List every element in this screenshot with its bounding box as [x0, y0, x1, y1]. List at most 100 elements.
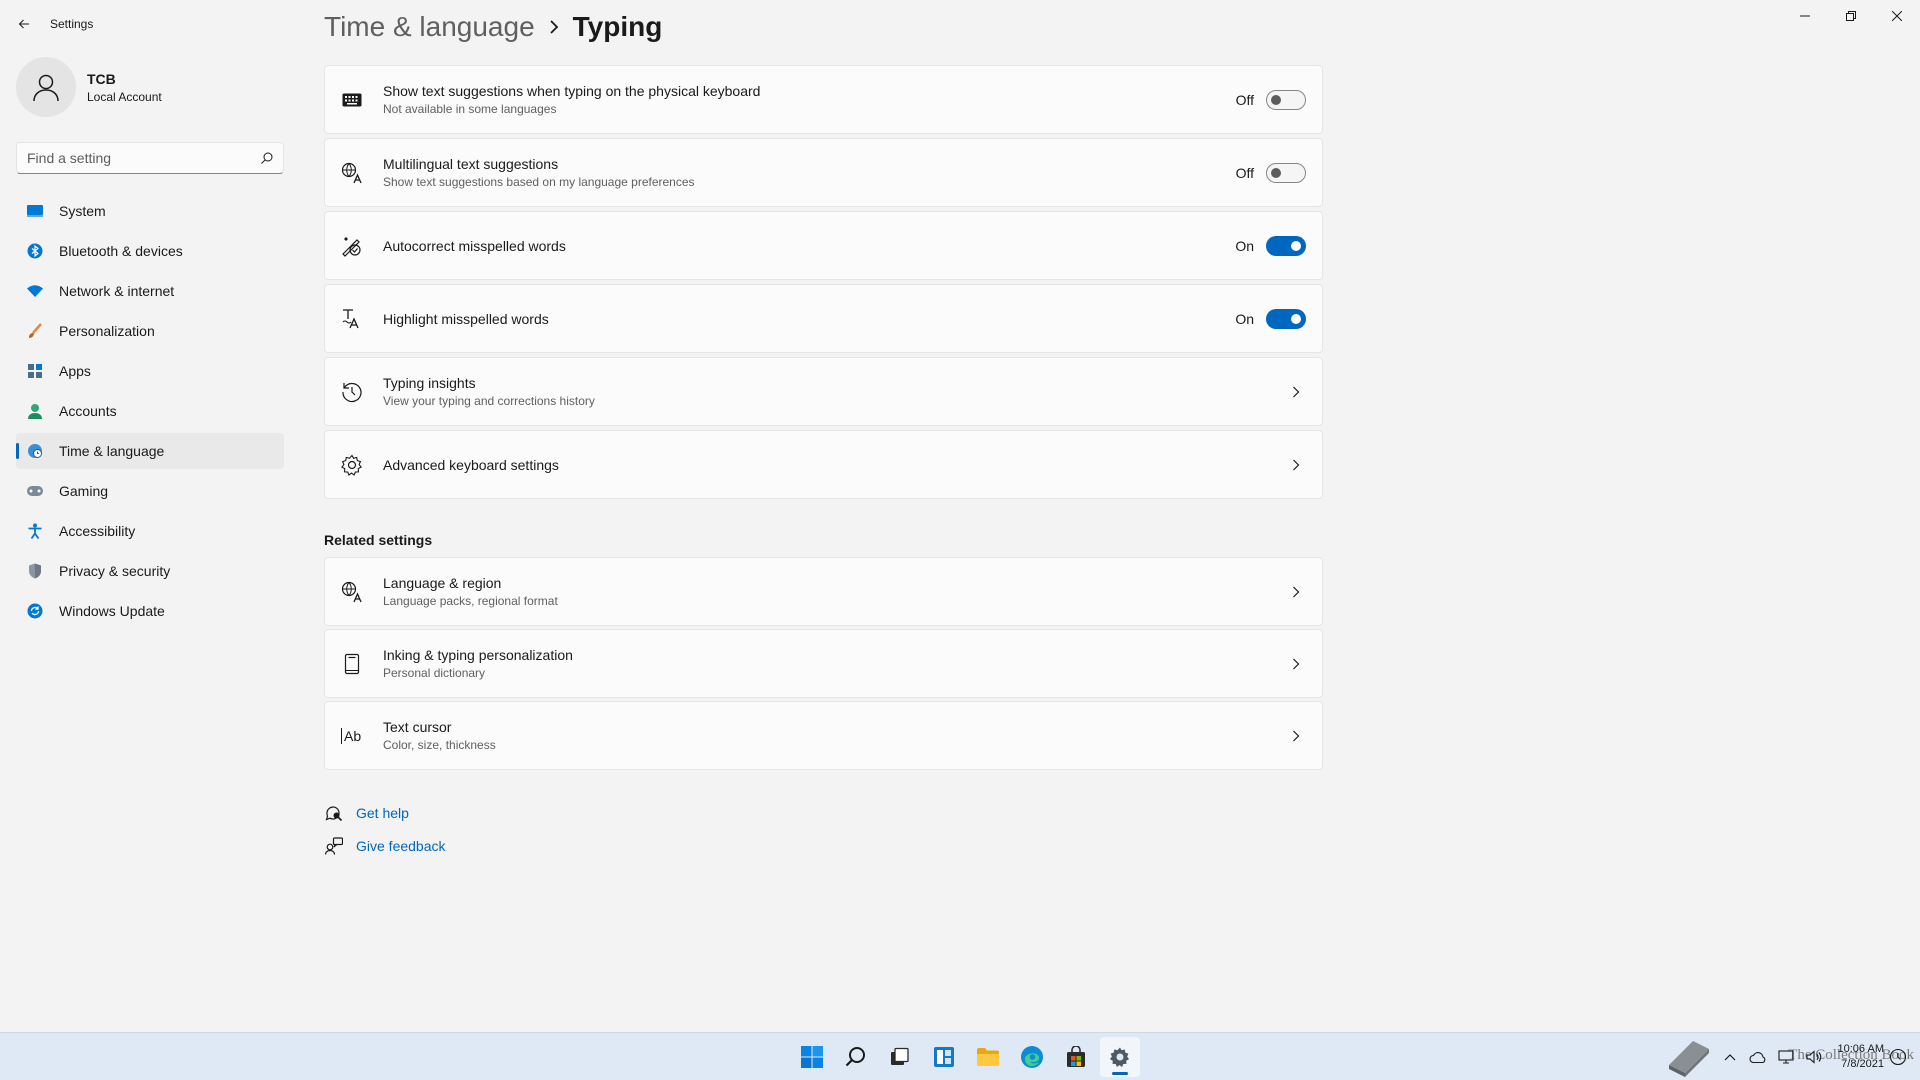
profile-name: TCB	[87, 70, 116, 87]
toggle-state-label: Off	[1235, 91, 1254, 108]
apps-icon	[26, 362, 44, 380]
taskbar-apps	[790, 1033, 1142, 1080]
related-inking-typing[interactable]: Inking & typing personalization Personal…	[324, 629, 1323, 698]
edge-button[interactable]	[1012, 1037, 1052, 1077]
toggle-control: Off	[1235, 89, 1306, 110]
toggle-state-label: On	[1235, 237, 1254, 254]
clock-time: 10:06 AM	[1837, 1043, 1884, 1055]
search-box	[16, 142, 284, 174]
setting-subtitle: View your typing and corrections history	[383, 394, 595, 408]
setting-subtitle: Show text suggestions based on my langua…	[383, 175, 695, 189]
book-watermark-icon	[1663, 1035, 1713, 1079]
setting-text: Multilingual text suggestions Show text …	[383, 156, 695, 189]
sidebar-item-accounts[interactable]: Accounts	[16, 393, 284, 429]
sidebar-item-windows-update[interactable]: Windows Update	[16, 593, 284, 629]
search-icon[interactable]	[261, 152, 273, 164]
chevron-up-icon[interactable]	[1719, 1046, 1741, 1068]
back-button[interactable]	[12, 12, 36, 36]
folder-icon	[977, 1048, 999, 1066]
related-language-region[interactable]: Language & region Language packs, region…	[324, 557, 1323, 626]
get-help-link[interactable]: Get help	[324, 803, 409, 823]
sidebar-item-time-language[interactable]: Time & language	[16, 433, 284, 469]
setting-advanced-keyboard[interactable]: Advanced keyboard settings	[324, 430, 1323, 499]
page-title: Typing	[572, 11, 663, 42]
widgets-button[interactable]	[924, 1037, 964, 1077]
chevron-right-icon	[1292, 730, 1300, 742]
spellcheck-icon	[341, 308, 363, 330]
toggle-control: On	[1235, 308, 1306, 329]
related-text-cursor[interactable]: Ab Text cursor Color, size, thickness	[324, 701, 1323, 770]
cloud-icon[interactable]	[1747, 1046, 1769, 1068]
sidebar-item-personalization[interactable]: Personalization	[16, 313, 284, 349]
sidebar-item-label: Personalization	[59, 323, 155, 339]
setting-highlight-misspelled: Highlight misspelled words On	[324, 284, 1323, 353]
search-input[interactable]	[27, 150, 261, 166]
sidebar-nav: System Bluetooth & devices Network & int…	[16, 193, 284, 633]
multilingual-suggestions-toggle[interactable]	[1266, 162, 1306, 183]
settings-app-button[interactable]	[1100, 1037, 1140, 1077]
close-button[interactable]	[1874, 0, 1920, 32]
sidebar-item-label: Accounts	[59, 403, 117, 419]
help-icon	[324, 803, 344, 823]
setting-subtitle: Color, size, thickness	[383, 738, 496, 752]
keyboard-icon	[341, 89, 363, 111]
setting-title: Highlight misspelled words	[383, 310, 549, 327]
store-button[interactable]	[1056, 1037, 1096, 1077]
sidebar-item-accessibility[interactable]: Accessibility	[16, 513, 284, 549]
setting-text: Highlight misspelled words	[383, 311, 549, 327]
monitor-icon[interactable]	[1775, 1046, 1797, 1068]
taskbar-search-button[interactable]	[836, 1037, 876, 1077]
setting-title: Multilingual text suggestions	[383, 156, 559, 172]
task-view-icon	[891, 1047, 909, 1065]
language-icon	[341, 162, 363, 184]
chevron-right-icon	[549, 20, 559, 34]
volume-icon[interactable]	[1803, 1046, 1825, 1068]
wifi-icon	[26, 282, 44, 300]
autocorrect-toggle[interactable]	[1266, 235, 1306, 256]
person-icon	[26, 402, 44, 420]
give-feedback-link[interactable]: Give feedback	[324, 836, 446, 856]
give-feedback-label: Give feedback	[356, 838, 446, 854]
setting-typing-insights[interactable]: Typing insights View your typing and cor…	[324, 357, 1323, 426]
setting-title: Inking & typing personalization	[383, 647, 573, 663]
setting-title: Advanced keyboard settings	[383, 456, 559, 473]
tray-icons	[1660, 1035, 1828, 1079]
setting-text: Typing insights View your typing and cor…	[383, 375, 595, 408]
system-icon	[26, 202, 44, 220]
task-view-button[interactable]	[880, 1037, 920, 1077]
setting-title: Language & region	[383, 575, 502, 591]
sidebar-item-privacy[interactable]: Privacy & security	[16, 553, 284, 589]
widgets-icon	[934, 1047, 954, 1067]
edge-browser-icon	[1021, 1046, 1043, 1068]
search-icon	[845, 1047, 865, 1067]
sidebar-item-bluetooth[interactable]: Bluetooth & devices	[16, 233, 284, 269]
text-cursor-glyph: Ab	[344, 727, 362, 744]
minimize-icon	[1800, 15, 1810, 17]
sidebar-item-label: Time & language	[59, 443, 165, 459]
setting-title: Text cursor	[383, 719, 452, 735]
restore-button[interactable]	[1828, 0, 1874, 32]
chevron-right-icon	[1292, 459, 1300, 471]
sidebar-item-apps[interactable]: Apps	[16, 353, 284, 389]
chevron-right-icon	[1292, 658, 1300, 670]
start-button[interactable]	[792, 1037, 832, 1077]
toggle-state-label: Off	[1235, 164, 1254, 181]
minimize-button[interactable]	[1782, 0, 1828, 32]
file-explorer-button[interactable]	[968, 1037, 1008, 1077]
clock[interactable]: 10:06 AM 7/8/2021	[1838, 1042, 1884, 1072]
setting-subtitle: Language packs, regional format	[383, 594, 558, 608]
sidebar-item-gaming[interactable]: Gaming	[16, 473, 284, 509]
update-icon	[26, 602, 44, 620]
globe-clock-icon	[26, 442, 44, 460]
notification-icon[interactable]	[1887, 1046, 1909, 1068]
text-suggestions-toggle[interactable]	[1266, 89, 1306, 110]
setting-subtitle: Not available in some languages	[383, 102, 557, 116]
breadcrumb-parent[interactable]: Time & language	[324, 11, 535, 43]
sidebar-item-label: Privacy & security	[59, 563, 171, 579]
highlight-misspelled-toggle[interactable]	[1266, 308, 1306, 329]
history-icon	[341, 381, 363, 403]
sidebar-item-system[interactable]: System	[16, 193, 284, 229]
setting-text: Text cursor Color, size, thickness	[383, 719, 496, 752]
sidebar-item-network[interactable]: Network & internet	[16, 273, 284, 309]
user-profile[interactable]: TCB Local Account	[16, 57, 162, 117]
